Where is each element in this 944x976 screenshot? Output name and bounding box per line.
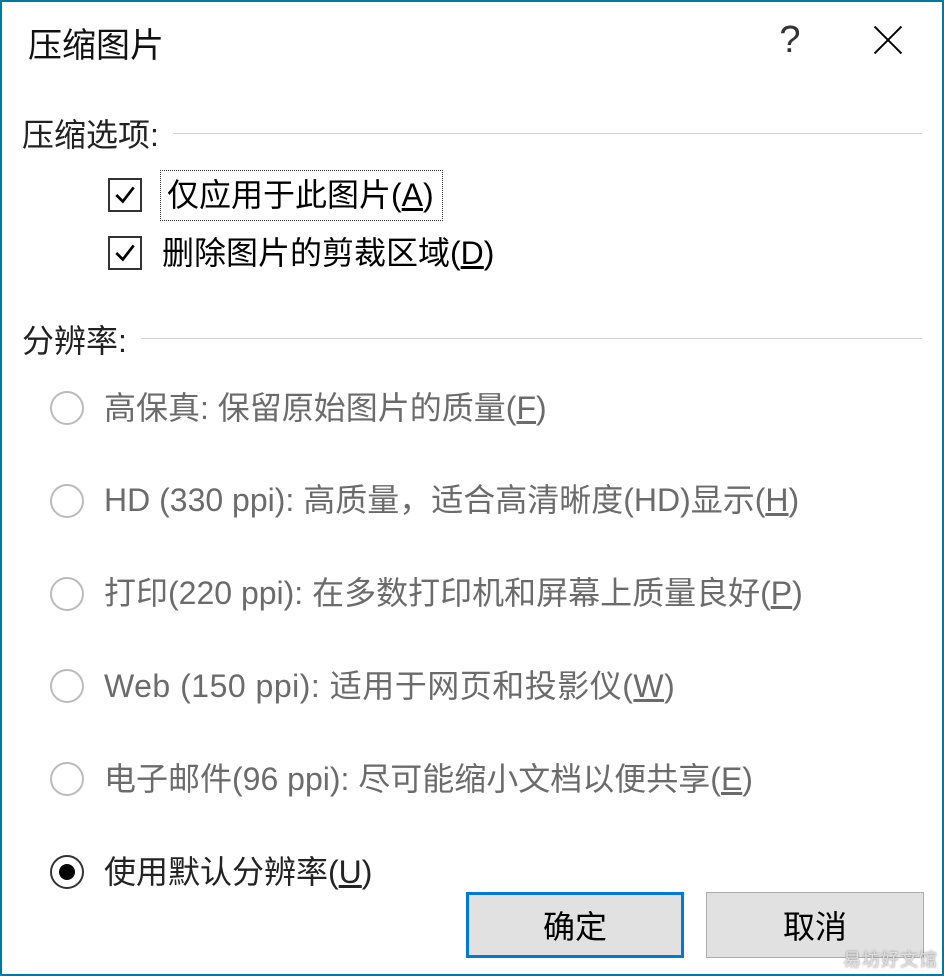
- radio-hd-label: HD (330 ppi): 高质量，适合高清晰度(HD)显示(H): [104, 478, 799, 523]
- dialog-content: 压缩选项: 仅应用于此图片(A) 删除图片的剪裁区域(D) 分辨率: 高保真: …: [2, 76, 942, 904]
- checkbox-delete-crop[interactable]: [108, 236, 142, 270]
- checkmark-icon: [112, 182, 138, 208]
- ok-button[interactable]: 确定: [466, 892, 684, 958]
- checkmark-icon: [112, 240, 138, 266]
- radio-hd[interactable]: [50, 484, 84, 518]
- dialog-title: 压缩图片: [28, 18, 164, 67]
- radio-option-hd[interactable]: HD (330 ppi): 高质量，适合高清晰度(HD)显示(H): [50, 478, 922, 523]
- close-icon[interactable]: [866, 18, 910, 62]
- divider: [173, 133, 922, 134]
- radio-option-web[interactable]: Web (150 ppi): 适用于网页和投影仪(W): [50, 664, 922, 709]
- radio-default-label: 使用默认分辨率(U): [104, 850, 372, 895]
- radio-option-hifi[interactable]: 高保真: 保留原始图片的质量(F): [50, 386, 922, 431]
- radio-hifi[interactable]: [50, 391, 84, 425]
- radio-hifi-label: 高保真: 保留原始图片的质量(F): [104, 386, 547, 431]
- option-apply-only-label: 仅应用于此图片(A): [160, 170, 443, 221]
- radio-option-print[interactable]: 打印(220 ppi): 在多数打印机和屏幕上质量良好(P): [50, 571, 922, 616]
- radio-email-label: 电子邮件(96 ppi): 尽可能缩小文档以便共享(E): [104, 757, 753, 802]
- help-icon[interactable]: ?: [768, 19, 812, 62]
- option-delete-crop-label: 删除图片的剪裁区域(D): [162, 231, 494, 276]
- radio-email[interactable]: [50, 762, 84, 796]
- section-header-resolution: 分辨率:: [22, 316, 922, 362]
- title-controls: ?: [768, 18, 910, 62]
- resolution-group: 高保真: 保留原始图片的质量(F) HD (330 ppi): 高质量，适合高清…: [22, 376, 922, 905]
- button-bar: 确定 取消: [466, 892, 924, 958]
- cancel-button[interactable]: 取消: [706, 892, 924, 958]
- radio-web-label: Web (150 ppi): 适用于网页和投影仪(W): [104, 664, 675, 709]
- titlebar: 压缩图片 ?: [2, 2, 942, 76]
- option-delete-crop[interactable]: 删除图片的剪裁区域(D): [108, 231, 922, 276]
- section-header-compress: 压缩选项:: [22, 110, 922, 156]
- radio-print[interactable]: [50, 577, 84, 611]
- radio-option-default[interactable]: 使用默认分辨率(U): [50, 850, 922, 895]
- divider: [141, 338, 922, 339]
- radio-default[interactable]: [50, 855, 84, 889]
- option-apply-only[interactable]: 仅应用于此图片(A): [108, 170, 922, 221]
- checkbox-apply-only[interactable]: [108, 178, 142, 212]
- resolution-label: 分辨率:: [22, 316, 127, 362]
- compress-options-label: 压缩选项:: [22, 110, 159, 156]
- radio-print-label: 打印(220 ppi): 在多数打印机和屏幕上质量良好(P): [104, 571, 803, 616]
- radio-option-email[interactable]: 电子邮件(96 ppi): 尽可能缩小文档以便共享(E): [50, 757, 922, 802]
- radio-web[interactable]: [50, 669, 84, 703]
